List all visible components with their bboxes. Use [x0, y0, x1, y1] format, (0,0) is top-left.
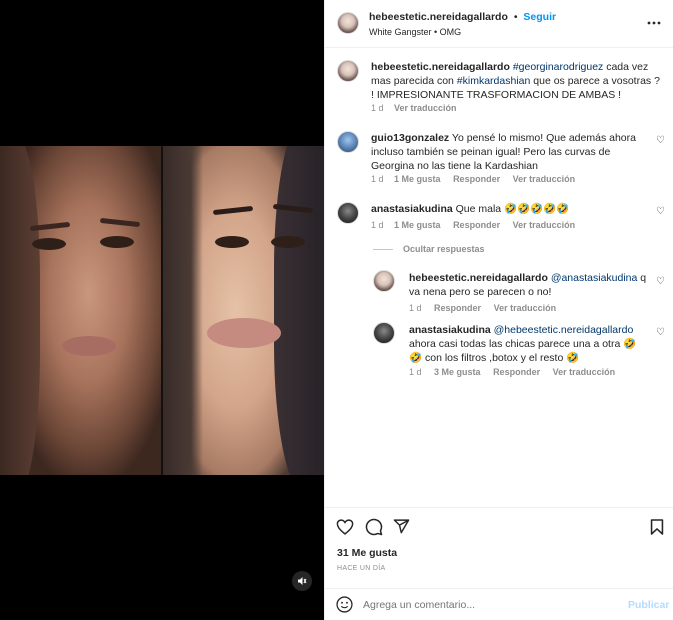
caption-avatar[interactable] — [337, 60, 359, 82]
music-label[interactable]: White Gangster • OMG — [369, 27, 461, 37]
reply-avatar[interactable] — [373, 322, 395, 344]
comment-likes[interactable]: 1 Me gusta — [394, 174, 441, 184]
comment-username[interactable]: anastasiakudina — [371, 203, 453, 215]
bookmark-icon[interactable] — [650, 518, 664, 539]
photo-left-face — [0, 146, 161, 475]
comment-meta: 1 d 1 Me gusta Responder Ver traducción — [371, 174, 575, 184]
heart-icon[interactable] — [336, 519, 354, 538]
translate-button[interactable]: Ver traducción — [553, 367, 616, 377]
caption-time: 1 d — [371, 103, 384, 113]
header-line: hebeestetic.nereidagallardo • Seguir — [369, 11, 556, 23]
hashtag-link[interactable]: #georginarodriguez — [513, 61, 603, 73]
reply-likes[interactable]: 3 Me gusta — [434, 367, 481, 377]
reply-meta: 1 d 3 Me gusta Responder Ver traducción — [409, 367, 615, 377]
photo-right-face — [162, 146, 324, 475]
caption-username[interactable]: hebeestetic.nereidagallardo — [371, 61, 510, 73]
reply-button[interactable]: Responder — [434, 303, 481, 313]
translate-button[interactable]: Ver traducción — [394, 103, 457, 113]
publish-button[interactable]: Publicar — [628, 599, 669, 611]
post-username[interactable]: hebeestetic.nereidagallardo — [369, 11, 508, 23]
translate-button[interactable]: Ver traducción — [494, 303, 557, 313]
reply-time: 1 d — [409, 367, 422, 377]
reply-button[interactable]: Responder — [493, 367, 540, 377]
post-media[interactable] — [0, 0, 324, 620]
hashtag-link[interactable]: #kimkardashian — [457, 75, 531, 87]
follow-button[interactable]: Seguir — [523, 11, 556, 23]
reply-username[interactable]: anastasiakudina — [409, 324, 491, 336]
dot-separator: • — [513, 11, 518, 23]
reply-like-icon[interactable]: ♡ — [656, 276, 665, 287]
likes-count[interactable]: 31 Me gusta — [337, 547, 397, 559]
mention-link[interactable]: @anastasiakudina — [551, 272, 638, 284]
post-header: hebeestetic.nereidagallardo • Seguir Whi… — [325, 0, 673, 48]
reply-text: hebeestetic.nereidagallardo @anastasiaku… — [409, 271, 649, 299]
comment-text: guio13gonzalez Yo pensé lo mismo! Que ad… — [371, 131, 651, 173]
hide-replies-button[interactable]: Ocultar respuestas — [403, 244, 485, 254]
more-options-icon[interactable] — [647, 16, 661, 28]
reply-body: ahora casi todas las chicas parece una a… — [409, 338, 637, 364]
post-actions: 31 Me gusta HACE UN DÍA — [325, 507, 673, 597]
avatar[interactable] — [337, 12, 359, 34]
post-panel: hebeestetic.nereidagallardo • Seguir Whi… — [324, 0, 673, 620]
comment-bar: Publicar — [325, 588, 673, 620]
comment-likes[interactable]: 1 Me gusta — [394, 220, 441, 230]
comment-meta: 1 d 1 Me gusta Responder Ver traducción — [371, 220, 575, 230]
comment-like-icon[interactable]: ♡ — [656, 135, 665, 146]
reply-button[interactable]: Responder — [453, 174, 500, 184]
comment-text: anastasiakudina Que mala 🤣🤣🤣🤣🤣 — [371, 202, 651, 216]
mention-link[interactable]: @hebeestetic.nereidagallardo — [494, 324, 634, 336]
caption-text: hebeestetic.nereidagallardo #georginarod… — [371, 60, 661, 102]
comment-time: 1 d — [371, 220, 384, 230]
comment-like-icon[interactable]: ♡ — [656, 206, 665, 217]
share-icon[interactable] — [393, 518, 410, 538]
reply-divider — [373, 249, 393, 250]
emoji-icon[interactable] — [336, 596, 353, 616]
translate-button[interactable]: Ver traducción — [513, 174, 576, 184]
comment-username[interactable]: guio13gonzalez — [371, 132, 449, 144]
reply-meta: 1 d Responder Ver traducción — [409, 303, 556, 313]
caption-meta: 1 d Ver traducción — [371, 103, 457, 113]
post-time: HACE UN DÍA — [337, 565, 386, 572]
translate-button[interactable]: Ver traducción — [513, 220, 576, 230]
reply-time: 1 d — [409, 303, 422, 313]
reply-username[interactable]: hebeestetic.nereidagallardo — [409, 272, 548, 284]
comment-avatar[interactable] — [337, 202, 359, 224]
comment-avatar[interactable] — [337, 131, 359, 153]
comment-time: 1 d — [371, 174, 384, 184]
reply-avatar[interactable] — [373, 270, 395, 292]
audio-muted-icon[interactable] — [292, 571, 312, 591]
reply-text: anastasiakudina @hebeestetic.nereidagall… — [409, 323, 649, 365]
post-photo — [0, 146, 324, 475]
reply-button[interactable]: Responder — [453, 220, 500, 230]
reply-like-icon[interactable]: ♡ — [656, 327, 665, 338]
comment-input[interactable] — [363, 595, 603, 615]
comment-body: Que mala 🤣🤣🤣🤣🤣 — [455, 203, 570, 215]
comment-icon[interactable] — [365, 518, 383, 539]
